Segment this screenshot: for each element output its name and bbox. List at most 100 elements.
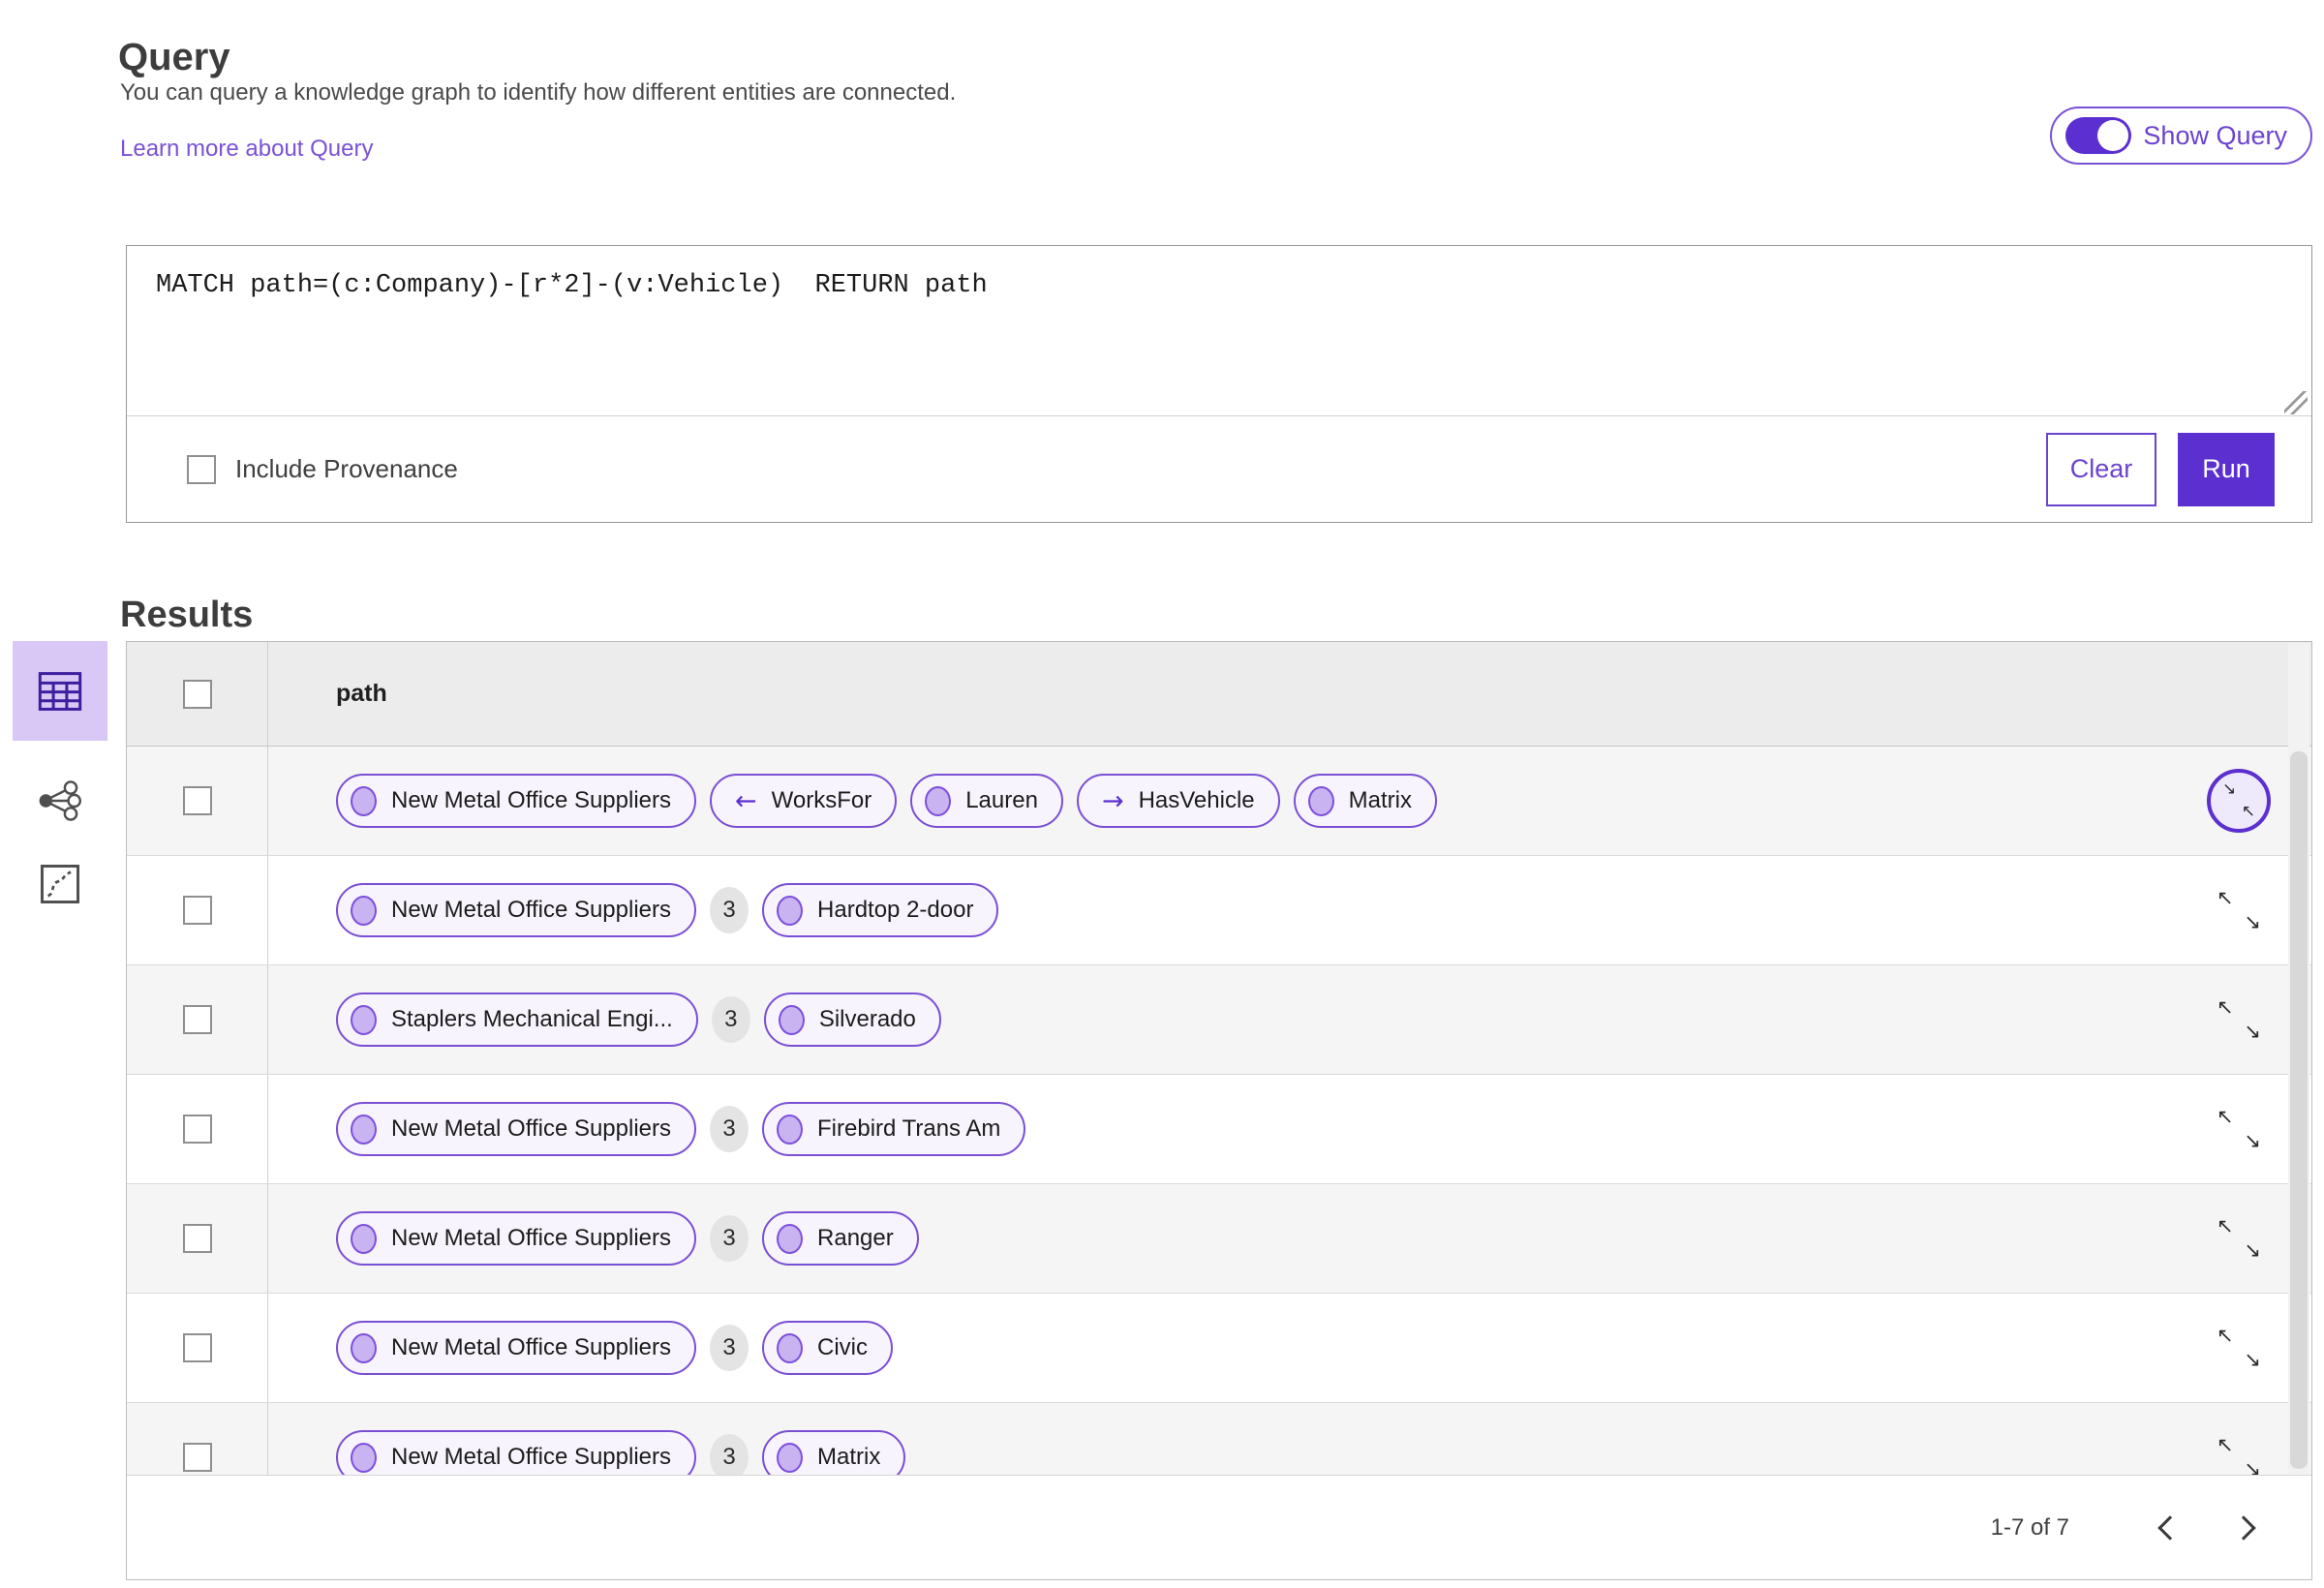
results-table: path New Metal Office Suppliers ← WorksFor… [126, 641, 2312, 1580]
row-path-cell: New Metal Office Suppliers ← WorksFor Laure… [268, 747, 2166, 855]
expand-row-icon[interactable]: ↖ ↘ [2217, 888, 2261, 932]
node-circle-icon [777, 1442, 804, 1473]
node-circle-icon [777, 1114, 804, 1145]
node-pill[interactable]: Firebird Trans Am [762, 1102, 1026, 1156]
expand-row-icon[interactable]: ↖ ↘ [2217, 1435, 2261, 1480]
row-path-cell: New Metal Office Suppliers 3 Civic [268, 1294, 2166, 1402]
page-title: Query [118, 35, 230, 78]
collapsed-count-badge[interactable]: 3 [710, 1106, 749, 1152]
node-pill[interactable]: New Metal Office Suppliers [336, 1211, 697, 1266]
collapsed-count-badge[interactable]: 3 [711, 996, 750, 1043]
path-pills: New Metal Office Suppliers 3 Civic [336, 1321, 894, 1375]
table-scrollbar[interactable] [2288, 643, 2309, 1474]
node-pill-label: New Metal Office Suppliers [391, 1334, 672, 1360]
node-pill[interactable]: Matrix [1293, 774, 1437, 828]
node-pill-label: Matrix [1348, 787, 1412, 813]
row-checkbox-cell [127, 856, 268, 964]
clear-button[interactable]: Clear [2046, 432, 2156, 506]
table-row: Staplers Mechanical Engi... 3 Silverado ↖ ↘ [127, 965, 2311, 1075]
node-pill[interactable]: New Metal Office Suppliers [336, 1321, 697, 1375]
toggle-switch-icon[interactable] [2065, 117, 2132, 154]
node-pill-label: New Metal Office Suppliers [391, 897, 672, 923]
node-pill[interactable]: Silverado [763, 992, 941, 1047]
arrow-up-left-icon: ↖ [2241, 802, 2255, 821]
edge-pill[interactable]: ← WorksFor [710, 774, 898, 828]
path-pills: Staplers Mechanical Engi... 3 Silverado [336, 992, 941, 1047]
expand-row-icon[interactable]: ↖ ↘ [2217, 1326, 2261, 1370]
row-checkbox[interactable] [182, 786, 212, 815]
arrow-up-left-icon: ↖ [2217, 995, 2234, 1019]
row-checkbox[interactable] [182, 1333, 212, 1362]
row-path-cell: New Metal Office Suppliers 3 Firebird Tran… [268, 1075, 2166, 1183]
node-circle-icon [351, 1332, 377, 1363]
pagination-prev-button[interactable] [2145, 1506, 2189, 1550]
node-pill-label: Lauren [965, 787, 1038, 813]
collapsed-count-badge[interactable]: 3 [710, 1215, 749, 1262]
collapsed-count-badge[interactable]: 3 [710, 1434, 749, 1481]
path-pills: New Metal Office Suppliers 3 Ranger [336, 1211, 919, 1266]
include-provenance-checkbox[interactable] [187, 454, 216, 484]
row-checkbox[interactable] [182, 1224, 212, 1253]
node-pill[interactable]: Lauren [910, 774, 1063, 828]
textarea-resize-grip[interactable] [2284, 391, 2308, 414]
node-pill[interactable]: Ranger [762, 1211, 919, 1266]
row-checkbox-cell [127, 965, 268, 1074]
node-circle-icon [777, 895, 804, 926]
main-content: Query You can query a knowledge graph to… [118, 0, 2312, 1588]
node-pill-label: Firebird Trans Am [817, 1115, 1001, 1142]
node-circle-icon [1307, 785, 1334, 816]
node-pill-label: New Metal Office Suppliers [391, 787, 672, 813]
row-path-cell: Staplers Mechanical Engi... 3 Silverado [268, 965, 2166, 1074]
query-panel: MATCH path=(c:Company)-[r*2]-(v:Vehicle)… [126, 245, 2312, 523]
node-pill[interactable]: New Metal Office Suppliers [336, 774, 697, 828]
arrow-right-icon: → [1101, 785, 1124, 816]
node-circle-icon [351, 1114, 377, 1145]
arrow-down-right-icon: ↘ [2244, 910, 2261, 933]
collapsed-count-badge[interactable]: 3 [710, 1325, 749, 1371]
arrow-left-icon: ← [735, 785, 757, 816]
row-checkbox[interactable] [182, 1115, 212, 1144]
map-view-button[interactable] [31, 861, 89, 907]
node-pill-label: Civic [817, 1334, 869, 1360]
table-row: New Metal Office Suppliers ← WorksFor Laure… [127, 747, 2311, 856]
node-pill[interactable]: Staplers Mechanical Engi... [336, 992, 698, 1047]
expand-row-icon[interactable]: ↖ ↘ [2217, 997, 2261, 1042]
query-input[interactable]: MATCH path=(c:Company)-[r*2]-(v:Vehicle)… [127, 246, 2311, 415]
expand-row-icon[interactable]: ↖ ↘ [2217, 1216, 2261, 1261]
node-pill[interactable]: New Metal Office Suppliers [336, 883, 697, 937]
node-pill[interactable]: New Metal Office Suppliers [336, 1102, 697, 1156]
collapse-row-icon[interactable]: ↘ ↖ [2207, 769, 2271, 833]
table-view-button[interactable] [13, 641, 107, 741]
node-pill-label: Staplers Mechanical Engi... [391, 1006, 673, 1032]
graph-view-button[interactable] [31, 778, 89, 824]
expand-row-icon[interactable]: ↖ ↘ [2217, 1107, 2261, 1151]
table-view-icon [38, 671, 82, 711]
node-pill-label: Ranger [817, 1225, 894, 1251]
path-pills: New Metal Office Suppliers ← WorksFor Laure… [336, 774, 1437, 828]
row-checkbox-cell [127, 747, 268, 855]
node-circle-icon [777, 1332, 804, 1363]
learn-more-link[interactable]: Learn more about Query [120, 136, 373, 163]
node-circle-icon [351, 895, 377, 926]
table-header-row: path [127, 642, 2311, 747]
row-checkbox[interactable] [182, 896, 212, 925]
include-provenance-label: Include Provenance [235, 454, 458, 483]
run-button[interactable]: Run [2178, 432, 2275, 506]
map-view-icon [40, 864, 80, 904]
row-checkbox-cell [127, 1184, 268, 1293]
arrow-down-right-icon: ↘ [2244, 1129, 2261, 1152]
collapsed-count-badge[interactable]: 3 [710, 887, 749, 933]
node-pill[interactable]: Hardtop 2-door [762, 883, 999, 937]
pagination-next-button[interactable] [2224, 1506, 2269, 1550]
scrollbar-thumb[interactable] [2290, 751, 2308, 1469]
select-all-checkbox[interactable] [182, 679, 212, 709]
arrow-down-right-icon: ↘ [2222, 779, 2237, 799]
table-row: New Metal Office Suppliers 3 Hardtop 2-doo… [127, 856, 2311, 965]
show-query-toggle[interactable]: Show Query [2050, 107, 2312, 165]
edge-pill[interactable]: → HasVehicle [1076, 774, 1280, 828]
node-pill[interactable]: Civic [762, 1321, 894, 1375]
row-checkbox[interactable] [182, 1005, 212, 1034]
toggle-knob [2097, 120, 2129, 151]
row-checkbox[interactable] [182, 1443, 212, 1472]
path-column-header: path [336, 680, 387, 707]
